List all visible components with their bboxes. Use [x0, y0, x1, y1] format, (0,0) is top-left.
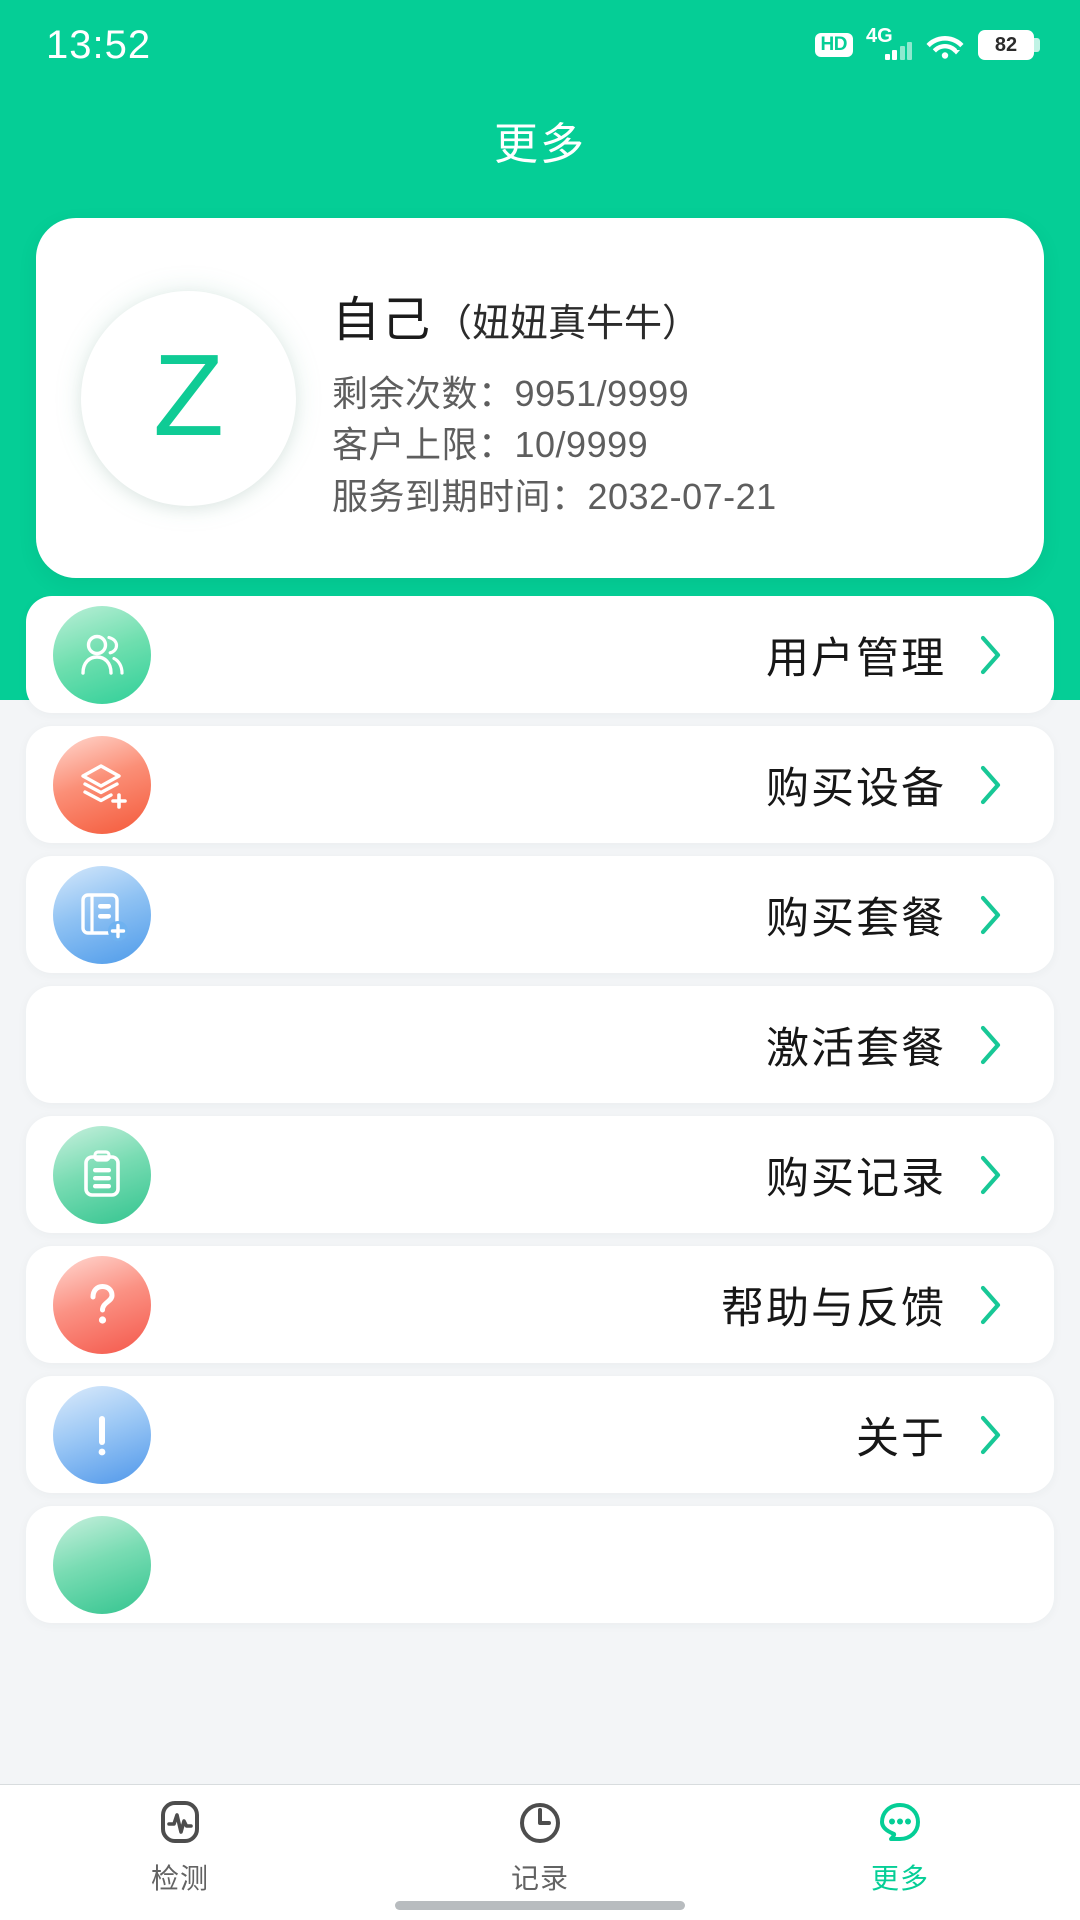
phone-screen: 13:52 HD 4G 82 更多 Z 自己 （妞妞真牛牛） 剩余次数：9951…	[0, 0, 1080, 1920]
profile-customer-limit: 客户上限：10/9999	[332, 424, 649, 466]
signal-bars-icon: 4G	[866, 26, 912, 62]
profile-info: 自己 （妞妞真牛牛） 剩余次数：9951/9999 客户上限：10/9999 服…	[332, 274, 777, 521]
profile-name: 自己	[332, 294, 433, 348]
chevron-right-icon[interactable]	[968, 1412, 1014, 1458]
avatar-letter: Z	[153, 330, 224, 460]
menu-item-label: 激活套餐	[766, 1024, 946, 1073]
nav-item-label: 记录	[510, 1862, 569, 1894]
home-indicator[interactable]	[395, 1901, 685, 1910]
chevron-right-icon[interactable]	[968, 1022, 1014, 1068]
menu-item-label: 用户管理	[766, 634, 946, 683]
chevron-right-icon[interactable]	[968, 1152, 1014, 1198]
signal-strength-bars	[884, 42, 912, 60]
nav-item-records[interactable]: 记录	[360, 1785, 720, 1920]
menu-item-help-feedback[interactable]: 帮助与反馈	[26, 1246, 1054, 1363]
pulse-waveform-icon	[152, 1793, 208, 1851]
nav-item-label: 检测	[150, 1862, 209, 1894]
menu-item-buy-package[interactable]: 购买套餐	[26, 856, 1054, 973]
nav-item-detection[interactable]: 检测	[0, 1785, 360, 1920]
clipboard-list-icon	[53, 1125, 151, 1224]
menu-item-label: 购买记录	[766, 1154, 946, 1203]
profile-remaining-count: 剩余次数：9951/9999	[332, 373, 690, 415]
menu-item-label: 关于	[856, 1414, 946, 1463]
profile-name-row: 自己 （妞妞真牛牛）	[332, 280, 777, 350]
chevron-right-icon[interactable]	[968, 762, 1014, 808]
menu-item-label: 购买设备	[766, 764, 946, 813]
hd-icon: HD	[814, 33, 853, 57]
menu-item-buy-device[interactable]: 购买设备	[26, 726, 1054, 843]
partial-icon	[53, 1515, 151, 1614]
nav-item-more[interactable]: 更多	[720, 1785, 1080, 1920]
menu-item-user-management[interactable]: 用户管理	[26, 596, 1054, 713]
menu-list[interactable]: 用户管理 购买设备 购买套餐 激活套餐 购买记录 帮助与反馈 关于	[0, 596, 1080, 1790]
menu-item-activate-package[interactable]: 激活套餐	[26, 986, 1054, 1103]
menu-item-partial[interactable]	[26, 1506, 1054, 1623]
menu-item-label: 购买套餐	[766, 894, 946, 943]
wifi-icon	[926, 36, 964, 59]
menu-item-purchase-records[interactable]: 购买记录	[26, 1116, 1054, 1233]
more-chat-dots-icon	[872, 1793, 928, 1851]
page-title: 更多	[494, 120, 586, 169]
battery-level-label: 82	[994, 34, 1018, 56]
chevron-right-icon[interactable]	[968, 1282, 1014, 1328]
chevron-right-icon[interactable]	[968, 632, 1014, 678]
profile-card[interactable]: Z 自己 （妞妞真牛牛） 剩余次数：9951/9999 客户上限：10/9999…	[36, 218, 1044, 578]
status-bar: 13:52 HD 4G 82	[0, 0, 1080, 90]
menu-item-label: 帮助与反馈	[721, 1284, 946, 1333]
status-bar-icons: HD 4G 82	[814, 26, 1040, 62]
chevron-right-icon[interactable]	[968, 892, 1014, 938]
document-plus-icon	[53, 865, 151, 964]
status-bar-clock: 13:52	[46, 22, 152, 67]
bottom-navigation: 检测 记录 更多	[0, 1784, 1080, 1920]
avatar: Z	[81, 290, 296, 506]
profile-service-expiry: 服务到期时间：2032-07-21	[332, 475, 777, 517]
layers-plus-icon	[53, 735, 151, 834]
clock-icon	[512, 1793, 568, 1851]
users-icon	[53, 605, 151, 704]
profile-alias: （妞妞真牛牛）	[434, 303, 701, 346]
nav-item-label: 更多	[870, 1862, 929, 1894]
question-mark-icon	[53, 1255, 151, 1354]
menu-item-about[interactable]: 关于	[26, 1376, 1054, 1493]
qr-code-icon	[53, 996, 151, 1094]
exclamation-mark-icon	[53, 1385, 151, 1484]
battery-icon: 82	[978, 30, 1040, 60]
